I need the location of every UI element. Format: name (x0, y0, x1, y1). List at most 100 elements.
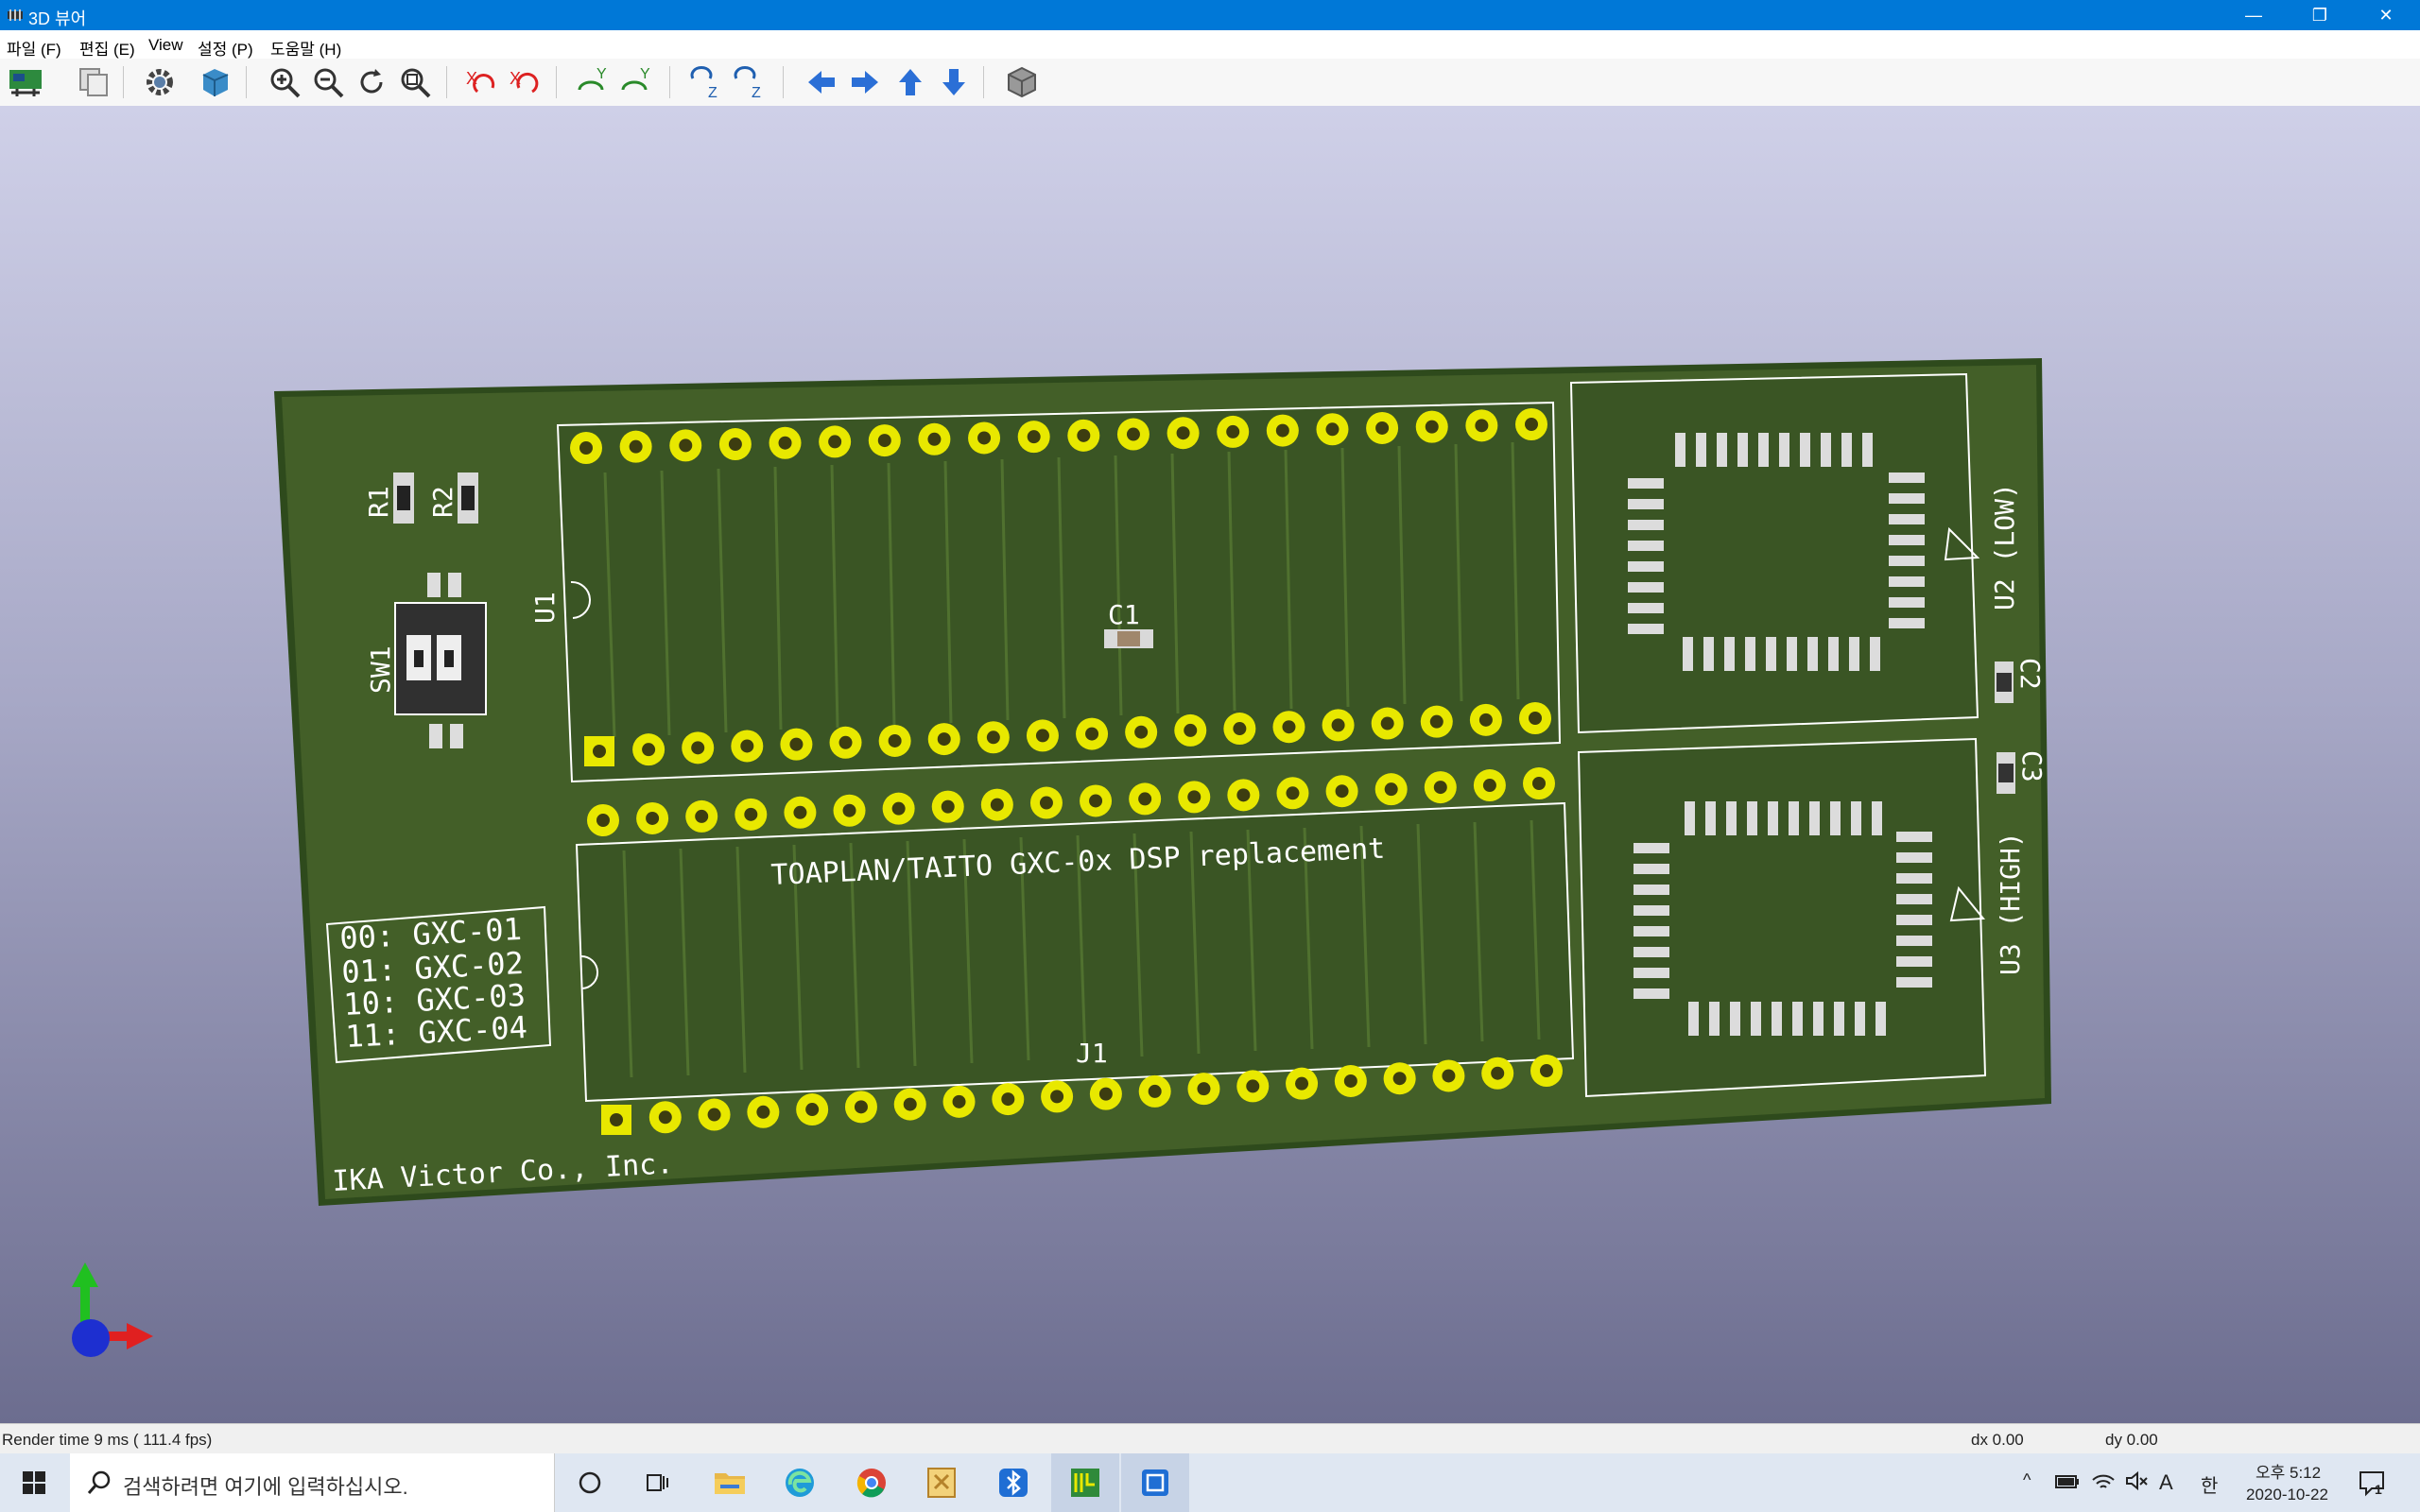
wifi-icon[interactable] (2091, 1470, 2116, 1491)
redraw-icon[interactable] (352, 62, 391, 102)
chrome-icon[interactable] (838, 1453, 906, 1512)
zoom-fit-icon[interactable] (395, 62, 435, 102)
ime-indicator[interactable]: 한 (2201, 1470, 2218, 1498)
render-mode-icon[interactable] (195, 62, 234, 102)
taskbar-search-box[interactable]: 검색하려면 여기에 입력하십시오. (70, 1453, 555, 1512)
menu-help[interactable]: 도움말 (H) (270, 36, 341, 60)
reload-board-icon[interactable] (6, 62, 45, 102)
pin-hole (1098, 1087, 1113, 1101)
pin-hole (646, 811, 660, 825)
bluetooth-app-icon[interactable] (979, 1453, 1047, 1512)
move-up-icon[interactable] (890, 62, 930, 102)
3d-viewport[interactable]: TOAPLAN/TAITO GXC-0x DSP replacement IKA… (0, 106, 2420, 1423)
pin-hole (1187, 790, 1201, 804)
menu-file[interactable]: 파일 (F) (7, 36, 61, 60)
pin-hole (707, 1108, 721, 1122)
toolbar-separator (669, 66, 670, 98)
pin-hole (1442, 1069, 1456, 1083)
pin-hole (1027, 430, 1041, 444)
maximize-button[interactable]: ❐ (2286, 0, 2354, 30)
menu-edit[interactable]: 편집 (E) (79, 36, 135, 60)
toolbar-separator (556, 66, 557, 98)
pin-hole (1529, 712, 1542, 725)
clock-time[interactable]: 오후 5:12 (2256, 1459, 2321, 1483)
zoom-out-icon[interactable] (308, 62, 348, 102)
pin-hole (1050, 1090, 1064, 1104)
pin-hole (642, 743, 656, 757)
rotate-y-ccw-icon[interactable]: Y (616, 62, 656, 102)
pin-hole (805, 1103, 820, 1117)
cortana-button[interactable] (556, 1453, 624, 1512)
pin-hole (596, 814, 610, 827)
pin-hole (952, 1094, 966, 1108)
pin-hole (986, 730, 1000, 745)
pin-hole (1197, 1082, 1211, 1096)
pin-hole (629, 439, 643, 454)
settings-gear-icon[interactable] (140, 62, 180, 102)
pin-hole (1282, 720, 1296, 734)
start-button[interactable] (0, 1453, 68, 1512)
rotate-x-cw-icon[interactable]: X (463, 62, 503, 102)
pin-hole (888, 733, 902, 747)
label-c3: C3 (2016, 750, 2048, 782)
kicad-3d-viewer-icon[interactable] (1121, 1453, 1189, 1512)
toolbar-separator (983, 66, 984, 98)
pin-hole (1035, 729, 1049, 743)
orthographic-toggle-icon[interactable] (1002, 62, 1042, 102)
pin-hole (1077, 428, 1091, 442)
move-down-icon[interactable] (934, 62, 974, 102)
copy-icon[interactable] (74, 62, 113, 102)
toolbar-separator (783, 66, 784, 98)
close-button[interactable]: ✕ (2352, 0, 2420, 30)
task-view-icon[interactable] (624, 1453, 692, 1512)
pin-hole (1331, 718, 1345, 732)
kicad-pcbnew-icon[interactable] (1051, 1453, 1119, 1512)
zoom-in-icon[interactable] (265, 62, 304, 102)
pin-hole (695, 809, 709, 823)
clock-date[interactable]: 2020-10-22 (2246, 1486, 2328, 1504)
language-indicator[interactable]: A (2159, 1470, 2173, 1495)
pin-hole (1089, 794, 1103, 808)
pin-hole (1148, 1084, 1162, 1098)
volume-muted-icon[interactable] (2125, 1470, 2150, 1491)
minimize-button[interactable]: — (2220, 0, 2288, 30)
rotate-z-cw-icon[interactable]: Z (686, 62, 726, 102)
tray-overflow-icon[interactable]: ^ (2023, 1470, 2031, 1490)
label-u1: U1 (529, 592, 561, 624)
edge-icon[interactable] (766, 1453, 834, 1512)
pin-hole (1335, 784, 1349, 799)
dy-readout: dy 0.00 (2105, 1431, 2158, 1449)
pin-hole (1275, 423, 1289, 438)
pin-hole (679, 438, 693, 453)
pin-hole (1425, 420, 1439, 434)
pin-hole (838, 735, 853, 749)
rotate-x-ccw-icon[interactable]: X (507, 62, 546, 102)
menu-preferences[interactable]: 설정 (P) (198, 36, 253, 60)
menu-view[interactable]: View (148, 36, 183, 55)
notification-count: 1 (2375, 1482, 2382, 1497)
pin-hole (1478, 713, 1493, 727)
move-left-icon[interactable] (802, 62, 841, 102)
pin-hole (1525, 418, 1538, 431)
pin-hole (728, 438, 742, 452)
pin-hole (1138, 792, 1152, 806)
pin-hole (610, 1113, 623, 1126)
pin-hole (1184, 723, 1198, 737)
rotate-y-cw-icon[interactable]: Y (573, 62, 613, 102)
move-right-icon[interactable] (845, 62, 885, 102)
label-j1: J1 (1076, 1038, 1108, 1069)
archive-icon[interactable] (908, 1453, 976, 1512)
pin-hole (593, 745, 606, 758)
pin-hole (1429, 714, 1443, 729)
dx-readout: dx 0.00 (1971, 1431, 2024, 1449)
pin-hole (778, 436, 792, 450)
file-explorer-icon[interactable] (696, 1453, 764, 1512)
search-icon (87, 1470, 111, 1494)
menu-bar: 파일 (F) 편집 (E) View 설정 (P) 도움말 (H) (0, 30, 2420, 59)
rotate-z-ccw-icon[interactable]: Z (730, 62, 769, 102)
pin-hole (1246, 1079, 1260, 1093)
u2-outline (1569, 372, 1979, 734)
battery-icon[interactable] (2055, 1474, 2080, 1489)
pin-hole (1126, 427, 1140, 441)
pin-hole (1482, 779, 1496, 793)
